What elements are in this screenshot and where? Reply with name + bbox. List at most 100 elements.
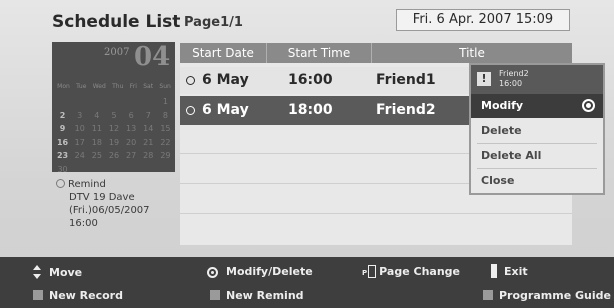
calendar-day: 22 xyxy=(160,137,171,147)
column-start-date: Start Date xyxy=(192,46,254,60)
hint-exit[interactable]: Exit xyxy=(491,264,528,278)
calendar-month: 04 xyxy=(134,42,171,72)
calendar-day: 2 xyxy=(59,110,66,120)
current-datetime: Fri. 6 Apr. 2007 15:09 xyxy=(396,9,570,31)
calendar-day: 10 xyxy=(74,124,85,133)
hint-label: Page Change xyxy=(379,265,460,278)
color-key-icon xyxy=(33,290,43,300)
row-start-time: 16:00 xyxy=(288,72,333,88)
calendar-weekday-header: Mon Tue Wed Thu Fri Sat Sun xyxy=(54,83,174,90)
calendar-week: 2 3 4 5 6 7 8 xyxy=(54,109,174,123)
calendar-day: 27 xyxy=(126,151,137,160)
menu-item-delete-all[interactable]: Delete All xyxy=(471,144,603,168)
row-start-date: 6 May xyxy=(202,102,249,118)
calendar-day xyxy=(107,95,121,109)
calendar-day xyxy=(124,163,138,177)
calendar-day: 30 xyxy=(57,164,68,174)
page-indicator: Page1/1 xyxy=(184,15,243,30)
remind-channel: DTV 19 Dave xyxy=(69,192,135,203)
calendar-grid: 1 2 3 4 5 6 7 8 9 10 11 12 13 14 15 16 17 18 19 20 21 22 23 24 2… xyxy=(54,95,174,176)
remind-date: (Fri.)06/05/2007 xyxy=(69,205,150,216)
calendar-day xyxy=(90,95,104,109)
calendar-day: 28 xyxy=(143,151,154,160)
calendar-day xyxy=(124,95,138,109)
weekday-label: Sat xyxy=(143,83,154,90)
menu-item-label: Close xyxy=(481,174,515,187)
calendar-week: 16 17 18 19 20 21 22 xyxy=(54,136,174,150)
weekday-label: Tue xyxy=(76,83,87,90)
clock-icon xyxy=(56,179,65,188)
hint-modify-delete[interactable]: Modify/Delete xyxy=(207,265,313,278)
calendar-week: 1 xyxy=(54,95,174,109)
alert-icon: ! xyxy=(477,72,491,86)
calendar-day: 17 xyxy=(74,137,85,147)
calendar-day: 21 xyxy=(143,137,154,147)
row-title: Friend1 xyxy=(376,72,436,88)
calendar-day: 9 xyxy=(59,124,66,133)
calendar-day xyxy=(73,163,87,177)
calendar-week: 9 10 11 12 13 14 15 xyxy=(54,122,174,136)
menu-item-close[interactable]: Close xyxy=(471,169,603,193)
calendar-day: 4 xyxy=(94,110,100,120)
calendar-day: 7 xyxy=(145,110,151,120)
popup-header: ! Friend2 16:00 xyxy=(471,65,603,94)
calendar-year: 2007 xyxy=(104,47,130,58)
mini-calendar: 2007 04 Mon Tue Wed Thu Fri Sat Sun 1234… xyxy=(52,42,175,174)
calendar-day: 13 xyxy=(126,124,137,133)
weekday-label: Mon xyxy=(57,83,70,90)
hint-new-remind[interactable]: New Remind xyxy=(210,289,304,302)
key-guide-bar: Move Modify/Delete P Page Change Exit New… xyxy=(0,257,614,308)
color-key-icon xyxy=(483,290,493,300)
schedule-table-header: Start Date Start Time Title xyxy=(180,43,572,63)
calendar-day: 11 xyxy=(91,124,102,133)
calendar-day: 18 xyxy=(91,137,102,147)
hint-label: Exit xyxy=(504,265,528,278)
calendar-day: 3 xyxy=(77,110,83,120)
calendar-day xyxy=(107,163,121,177)
row-start-time: 18:00 xyxy=(288,102,333,118)
weekday-label: Thu xyxy=(112,83,124,90)
clock-icon xyxy=(186,76,195,85)
calendar-day: 12 xyxy=(108,124,120,133)
weekday-label: Sun xyxy=(159,83,171,90)
ok-button-icon xyxy=(207,267,218,278)
column-title: Title xyxy=(459,46,485,60)
menu-item-delete[interactable]: Delete xyxy=(471,119,603,143)
calendar-day xyxy=(90,163,104,177)
calendar-day xyxy=(141,163,155,177)
hint-programme-guide[interactable]: Programme Guide xyxy=(483,289,611,302)
hint-label: New Record xyxy=(49,289,123,302)
calendar-day xyxy=(73,95,87,109)
exit-icon xyxy=(491,264,497,278)
selected-radio-icon xyxy=(582,99,595,112)
calendar-day: 26 xyxy=(108,151,120,160)
calendar-day: 5 xyxy=(111,110,117,120)
hint-move[interactable]: Move xyxy=(33,265,82,279)
color-key-icon xyxy=(210,290,220,300)
remind-label: Remind xyxy=(68,179,106,190)
calendar-day: 14 xyxy=(143,124,154,133)
weekday-label: Fri xyxy=(129,83,137,90)
calendar-day: 23 xyxy=(56,151,69,160)
hint-new-record[interactable]: New Record xyxy=(33,289,123,302)
calendar-day xyxy=(56,95,70,109)
menu-item-modify[interactable]: Modify xyxy=(471,94,603,118)
row-divider xyxy=(180,213,572,214)
clock-icon xyxy=(186,106,195,115)
calendar-day: 20 xyxy=(126,137,137,147)
hint-page-change[interactable]: P Page Change xyxy=(362,265,460,278)
weekday-label: Wed xyxy=(92,83,106,90)
page-title: Schedule List xyxy=(52,12,181,32)
calendar-day: 25 xyxy=(91,151,102,160)
popup-title: Friend2 xyxy=(499,69,529,78)
p-label-icon: P xyxy=(362,269,368,277)
row-start-date: 6 May xyxy=(202,72,249,88)
page-up-down-icon xyxy=(368,265,377,278)
up-down-arrow-icon xyxy=(33,265,42,279)
row-options-popup: ! Friend2 16:00 Modify Delete Delete All… xyxy=(469,63,605,195)
calendar-day: 8 xyxy=(162,110,168,120)
hint-label: Programme Guide xyxy=(499,289,611,302)
hint-label: New Remind xyxy=(226,289,304,302)
calendar-day xyxy=(158,163,172,177)
schedule-list-screen: Schedule List Page1/1 Fri. 6 Apr. 2007 1… xyxy=(0,0,614,308)
